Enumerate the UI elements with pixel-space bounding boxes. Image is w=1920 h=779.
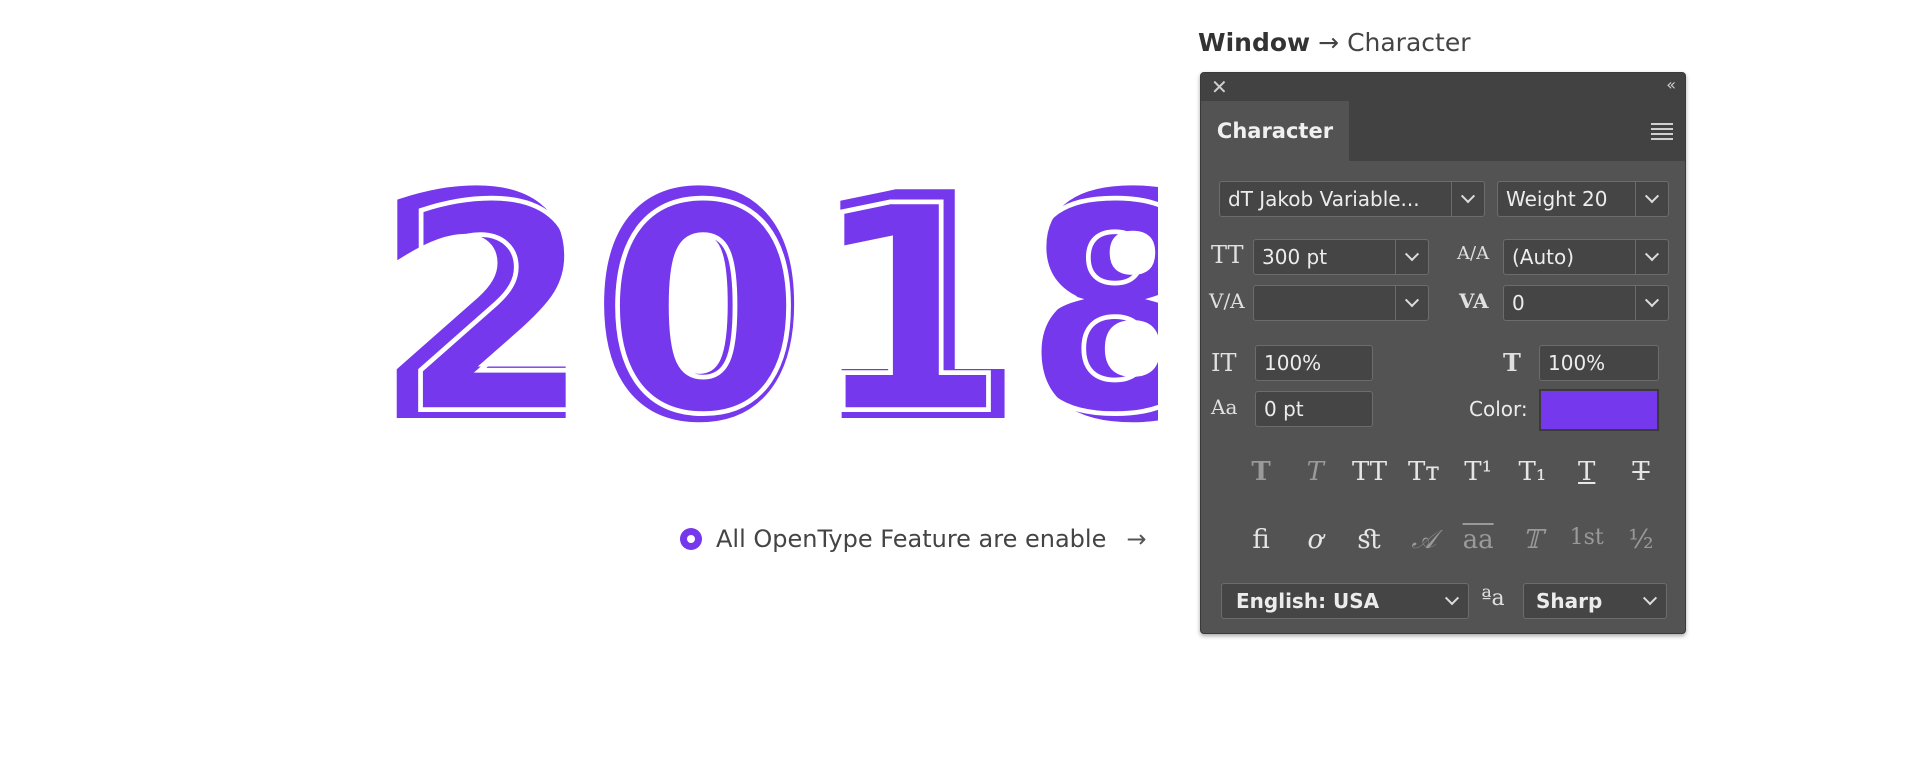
font-family-value: dT Jakob Variable...: [1228, 187, 1420, 211]
vertical-scale-value: 100%: [1264, 351, 1322, 375]
fractions-toggle[interactable]: ½: [1621, 525, 1661, 556]
chevron-down-icon[interactable]: [1634, 584, 1666, 618]
chevron-down-icon[interactable]: [1635, 182, 1668, 216]
discretionary-ligatures-toggle[interactable]: ơ: [1295, 525, 1335, 556]
underline-toggle[interactable]: T: [1567, 457, 1607, 487]
character-panel: ✕ ‹‹ Character dT Jakob Variable... Weig…: [1200, 72, 1686, 634]
baseline-shift-icon: Aa: [1211, 395, 1238, 419]
faux-bold-toggle[interactable]: T: [1241, 457, 1281, 487]
font-family-select[interactable]: dT Jakob Variable...: [1219, 181, 1485, 217]
menu-breadcrumb: Window → Character: [1198, 28, 1471, 57]
swash-toggle[interactable]: 𝒜: [1404, 525, 1444, 556]
kerning-icon: V/A: [1209, 289, 1245, 313]
close-icon[interactable]: ✕: [1211, 75, 1228, 99]
font-style-select[interactable]: Weight 20: [1497, 181, 1669, 217]
menu-root: Window: [1198, 28, 1311, 57]
tracking-select[interactable]: 0: [1503, 285, 1669, 321]
chevron-down-icon[interactable]: [1395, 240, 1428, 274]
language-value: English: USA: [1236, 589, 1380, 613]
font-style-value: Weight 20: [1506, 187, 1608, 211]
leading-select[interactable]: (Auto): [1503, 239, 1669, 275]
tracking-icon: VA: [1459, 289, 1489, 313]
panel-titlebar: ✕ ‹‹: [1201, 73, 1685, 101]
display-number-inline: 2018: [398, 146, 1158, 435]
chevron-down-icon[interactable]: [1451, 182, 1484, 216]
historical-ligatures-toggle[interactable]: ﬆ: [1350, 525, 1390, 556]
titling-alternates-toggle[interactable]: 𝕋: [1512, 525, 1552, 556]
menu-separator-icon: →: [1318, 28, 1340, 57]
chevron-down-icon[interactable]: [1635, 240, 1668, 274]
baseline-shift-value: 0 pt: [1264, 397, 1304, 421]
superscript-toggle[interactable]: T¹: [1458, 457, 1498, 487]
display-number: 2018 2018: [378, 145, 1158, 435]
horizontal-scale-icon: T: [1503, 348, 1521, 377]
stylistic-alternates-toggle[interactable]: aa: [1458, 525, 1498, 556]
arrow-right-icon: →: [1126, 525, 1147, 553]
font-size-icon: TT: [1211, 241, 1244, 269]
chevron-down-icon[interactable]: [1395, 286, 1428, 320]
baseline-shift-input[interactable]: 0 pt: [1255, 391, 1373, 427]
opentype-toggles: ﬁ ơ ﬆ 𝒜 aa 𝕋 1st ½: [1241, 525, 1661, 556]
opentype-caption: All OpenType Feature are enable →: [680, 525, 1146, 553]
chevron-down-icon[interactable]: [1635, 286, 1668, 320]
chevron-down-icon[interactable]: [1436, 584, 1468, 618]
style-toggles: T T TT Tт T¹ T₁ T T: [1241, 457, 1661, 487]
small-caps-toggle[interactable]: Tт: [1404, 457, 1444, 487]
tab-character[interactable]: Character: [1201, 101, 1349, 161]
vertical-scale-input[interactable]: 100%: [1255, 345, 1373, 381]
color-label: Color:: [1469, 397, 1528, 421]
all-caps-toggle[interactable]: TT: [1350, 457, 1390, 487]
ligatures-toggle[interactable]: ﬁ: [1241, 525, 1281, 556]
antialias-value: Sharp: [1536, 589, 1603, 613]
font-size-select[interactable]: 300 pt: [1253, 239, 1429, 275]
panel-tab-row: Character: [1201, 101, 1685, 161]
collapse-icon[interactable]: ‹‹: [1666, 75, 1676, 94]
tracking-value: 0: [1512, 291, 1525, 315]
font-size-value: 300 pt: [1262, 245, 1328, 269]
menu-item: Character: [1347, 28, 1471, 57]
strikethrough-toggle[interactable]: T: [1621, 457, 1661, 487]
ordinals-toggle[interactable]: 1st: [1567, 525, 1607, 556]
antialias-icon: ªa: [1481, 586, 1505, 611]
subscript-toggle[interactable]: T₁: [1512, 457, 1552, 487]
leading-icon: A/A: [1457, 243, 1490, 264]
canvas: 2018 2018 All OpenType Feature are enabl…: [0, 0, 1920, 779]
horizontal-scale-value: 100%: [1548, 351, 1606, 375]
vertical-scale-icon: IT: [1211, 349, 1237, 377]
leading-value: (Auto): [1512, 245, 1575, 269]
language-select[interactable]: English: USA: [1221, 583, 1469, 619]
antialias-select[interactable]: Sharp: [1523, 583, 1667, 619]
radio-dot-icon: [680, 528, 702, 550]
panel-menu-icon[interactable]: [1651, 123, 1673, 143]
caption-text: All OpenType Feature are enable: [716, 525, 1107, 553]
horizontal-scale-input[interactable]: 100%: [1539, 345, 1659, 381]
faux-italic-toggle[interactable]: T: [1295, 457, 1335, 487]
text-color-swatch[interactable]: [1539, 389, 1659, 431]
kerning-select[interactable]: [1253, 285, 1429, 321]
